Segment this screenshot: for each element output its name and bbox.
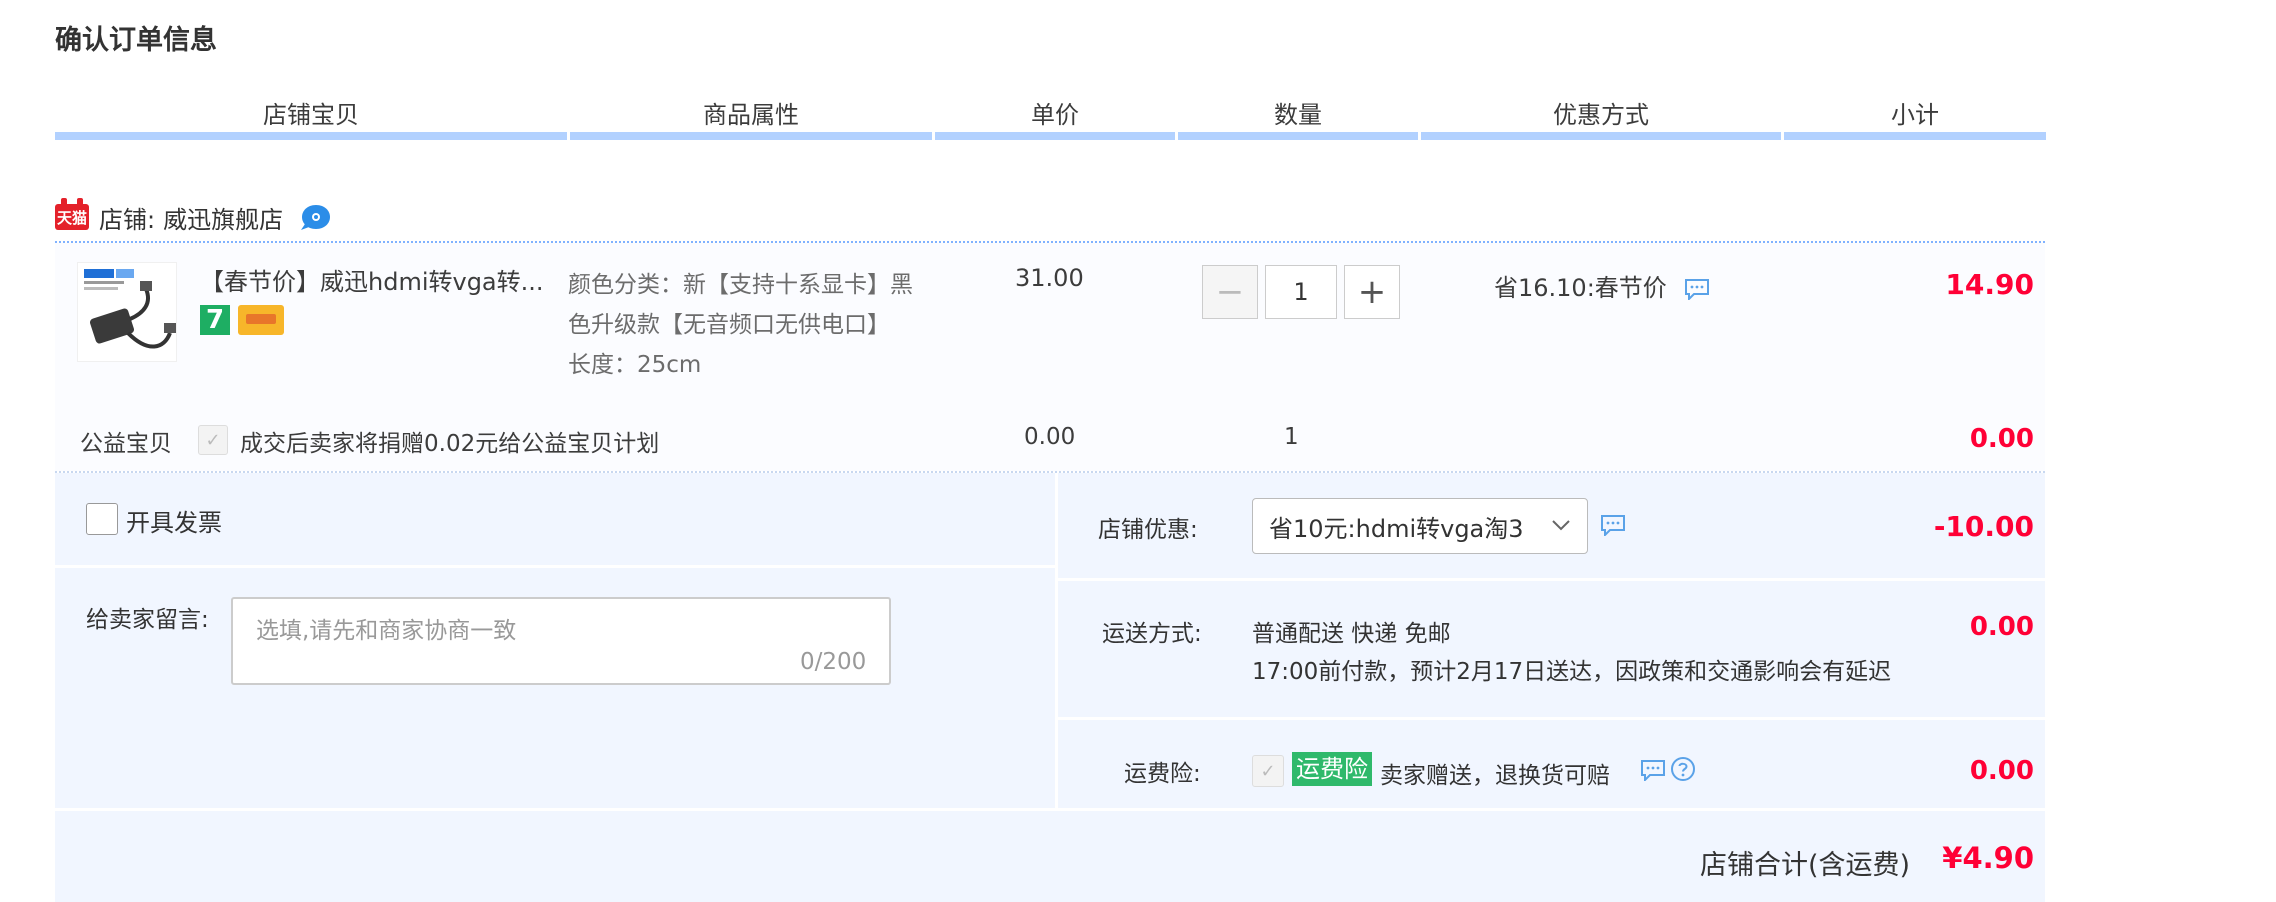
chevron-down-icon (1552, 520, 1570, 531)
chat-bubble-icon[interactable] (1640, 759, 1666, 781)
message-label: 给卖家留言: (86, 607, 209, 633)
item-subtotal: 14.90 (1945, 268, 2034, 301)
insurance-checkbox: ✓ (1252, 755, 1284, 787)
shop-discount-amount: -10.00 (1933, 510, 2034, 543)
product-thumbnail[interactable] (77, 262, 177, 362)
column-header-quantity: 数量 (1178, 98, 1418, 140)
column-header-discount: 优惠方式 (1421, 98, 1781, 140)
charity-price: 0.00 (1024, 424, 1076, 450)
chat-bubble-icon[interactable] (1600, 514, 1626, 536)
shipping-method: 普通配送 快递 免邮 (1252, 621, 1451, 647)
message-char-count: 0/200 (800, 649, 867, 675)
panel-divider (1058, 578, 2045, 581)
product-title-link[interactable]: 【春节价】威迅hdmi转vga转... (200, 262, 544, 297)
insurance-amount: 0.00 (1969, 756, 2034, 786)
column-header-shop-item: 店铺宝贝 (55, 98, 567, 140)
shop-discount-selected: 省10元:hdmi转vga淘3 (1269, 514, 1524, 543)
promo-info: 省16.10:春节价 (1494, 268, 1710, 303)
seven-day-return-icon: 7 (200, 305, 230, 335)
charity-text: 成交后卖家将捐赠0.02元给公益宝贝计划 (240, 431, 660, 457)
page-title: 确认订单信息 (55, 25, 217, 56)
attr-line-2: 色升级款【无音频口无供电口】 (568, 312, 890, 338)
column-header-attributes: 商品属性 (570, 98, 932, 140)
panel-divider (1058, 717, 2045, 720)
charity-checkbox: ✓ (198, 425, 228, 455)
shipping-label: 运送方式: (1102, 621, 1202, 647)
product-attributes: 颜色分类：新【支持十系显卡】黑 色升级款【无音频口无供电口】 长度：25cm (568, 265, 948, 385)
panel-divider (55, 565, 1055, 568)
shop-row: 天猫 店铺: 威迅旗舰店 (55, 195, 333, 239)
hdmi-adapter-icon (84, 269, 176, 349)
insurance-label: 运费险: (1124, 761, 1201, 787)
insurance-text: 卖家赠送，退换货可赔 (1380, 763, 1610, 789)
column-header-subtotal: 小计 (1784, 98, 2046, 140)
quantity-stepper: − 1 + (1202, 265, 1400, 319)
charity-subtotal: 0.00 (1969, 424, 2034, 454)
shop-discount-label: 店铺优惠: (1098, 517, 1198, 543)
quantity-input[interactable]: 1 (1265, 265, 1337, 319)
shop-name-link[interactable]: 威迅旗舰店 (163, 200, 283, 235)
charity-quantity: 1 (1284, 424, 1299, 450)
shop-discount-select[interactable]: 省10元:hdmi转vga淘3 (1252, 498, 1588, 554)
credit-card-icon (238, 305, 284, 335)
attr-line-1: 颜色分类：新【支持十系显卡】黑 (568, 272, 913, 298)
column-header-unit-price: 单价 (935, 98, 1175, 140)
insurance-tag: 运费险 (1292, 752, 1372, 786)
shop-total-label: 店铺合计(含运费) (1700, 850, 1911, 881)
invoice-checkbox[interactable] (86, 503, 118, 535)
chat-bubble-icon[interactable] (1684, 278, 1710, 300)
shop-total-amount: ¥4.90 (1942, 841, 2034, 875)
wangwang-chat-icon[interactable] (299, 202, 333, 232)
promo-text: 省16.10:春节价 (1494, 274, 1667, 302)
shipping-estimate: 17:00前付款，预计2月17日送达，因政策和交通影响会有延迟 (1252, 659, 1892, 685)
invoice-label[interactable]: 开具发票 (126, 503, 222, 538)
quantity-decrease-button[interactable]: − (1202, 265, 1258, 319)
tmall-badge: 天猫 (55, 198, 89, 230)
attr-line-3: 长度：25cm (568, 352, 702, 378)
message-placeholder: 选填,请先和商家协商一致 (256, 618, 517, 644)
quantity-increase-button[interactable]: + (1344, 265, 1400, 319)
unit-price: 31.00 (1015, 264, 1084, 292)
shop-label: 店铺: (99, 205, 156, 234)
help-icon[interactable] (1670, 756, 1696, 782)
shipping-amount: 0.00 (1969, 612, 2034, 642)
charity-label: 公益宝贝 (80, 431, 172, 457)
